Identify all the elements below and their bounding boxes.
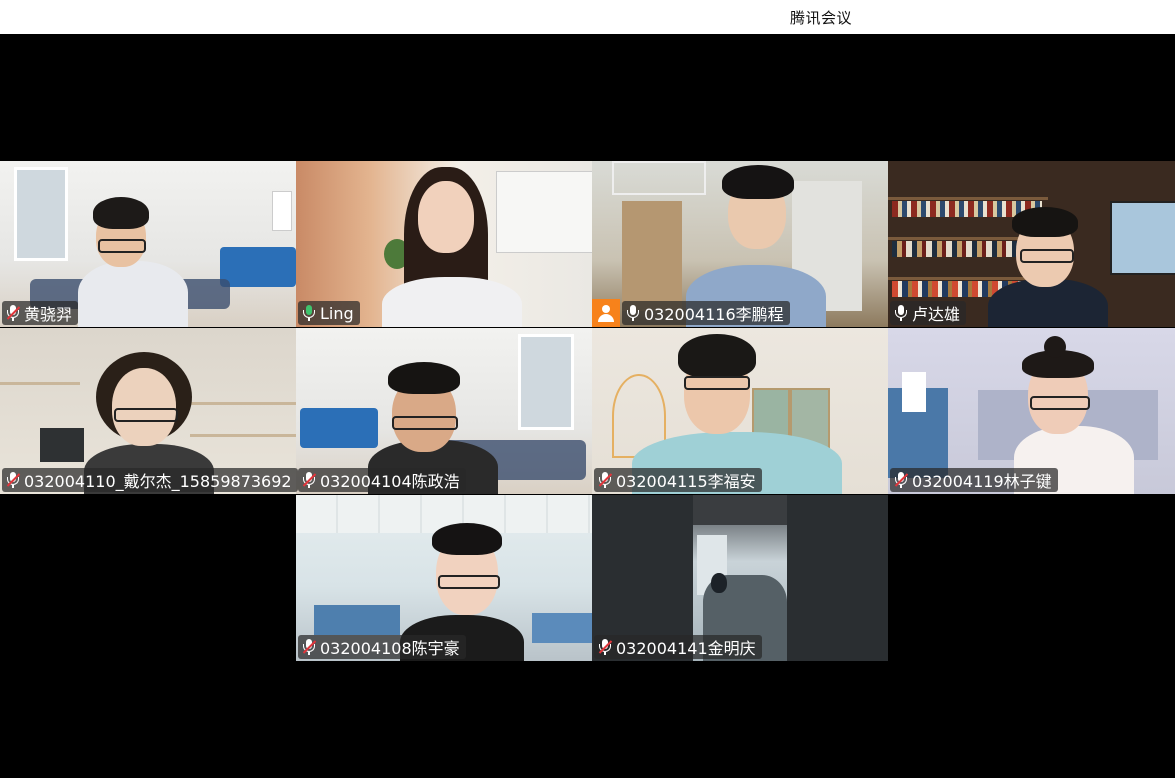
mic-muted-icon[interactable] [598, 471, 613, 489]
participant-nametag: 032004116李鹏程 [622, 301, 790, 325]
participant-nametag: Ling [298, 301, 360, 325]
mic-muted-icon[interactable] [598, 638, 613, 656]
participant-name: 032004110_戴尔杰_15859873692 [24, 472, 292, 491]
participant-name: 黄骁羿 [24, 305, 73, 324]
mic-icon[interactable] [626, 304, 640, 322]
participant-nametag: 032004108陈宇豪 [298, 635, 466, 659]
mic-muted-icon[interactable] [6, 304, 21, 322]
participant-nametag: 032004104陈政浩 [298, 468, 466, 492]
mic-icon[interactable] [302, 304, 316, 322]
mic-muted-icon[interactable] [894, 471, 909, 489]
participant-nametag: 032004119林子键 [890, 468, 1058, 492]
mic-muted-icon[interactable] [302, 471, 317, 489]
window-title: 腾讯会议 [790, 9, 853, 27]
mic-muted-icon[interactable] [6, 471, 21, 489]
participant-name: 卢达雄 [912, 305, 961, 324]
participant-nametag: 032004115李福安 [594, 468, 762, 492]
mic-muted-icon[interactable] [302, 638, 317, 656]
participant-nametag: 黄骁羿 [2, 301, 79, 325]
user-icon [592, 299, 620, 327]
participant-name: 032004115李福安 [616, 472, 756, 491]
participant-name: 032004119林子键 [912, 472, 1052, 491]
participant-name: 032004108陈宇豪 [320, 639, 460, 658]
mic-icon[interactable] [894, 304, 908, 322]
participant-name: 032004104陈政浩 [320, 472, 460, 491]
video-grid: 黄骁羿 Ling 032004116李鹏程 卢达雄 032004110_戴尔杰_… [0, 34, 1175, 778]
participant-name: 032004141金明庆 [616, 639, 756, 658]
participant-nametag: 032004110_戴尔杰_15859873692 [2, 468, 298, 492]
participant-nametag: 卢达雄 [890, 301, 967, 325]
title-bar: 腾讯会议 [0, 0, 1175, 34]
participant-name: Ling [320, 303, 354, 323]
participant-name: 032004116李鹏程 [644, 305, 784, 324]
participant-nametag: 032004141金明庆 [594, 635, 762, 659]
